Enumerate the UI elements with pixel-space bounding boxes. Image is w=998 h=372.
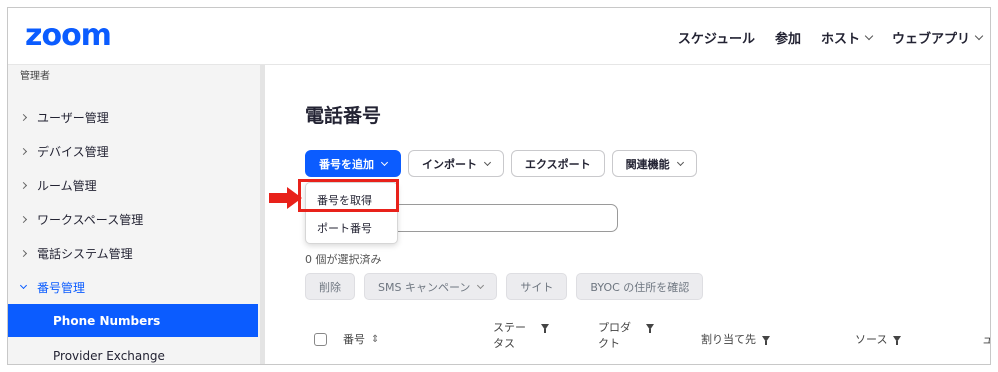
sidebar-subitem-label: Provider Exchange (53, 348, 165, 363)
import-label: インポート (422, 157, 477, 171)
sidebar-item-workspace-management[interactable]: ワークスペース管理 (8, 204, 258, 234)
chevron-down-icon (19, 281, 28, 290)
nav-webapp[interactable]: ウェブアプリ (891, 28, 984, 47)
nav-host-label: ホスト (820, 32, 860, 47)
chevron-down-icon (864, 31, 874, 41)
related-features-label: 関連機能 (625, 157, 670, 171)
site-button[interactable]: サイト (506, 273, 568, 300)
sidebar-item-user-management[interactable]: ユーザー管理 (8, 102, 258, 132)
app-window: zoom スケジュール 参加 ホスト ウェブアプリ 管理者 ユーザー管理 デバイ… (7, 7, 991, 365)
column-source-label: ソース (855, 333, 888, 346)
column-product[interactable]: プロダクト (598, 320, 660, 352)
column-assigned-to-label: 割り当て先 (701, 333, 756, 346)
page-title: 電話番号 (305, 105, 382, 127)
sidebar-subitem-provider-exchange[interactable]: Provider Exchange (8, 339, 258, 364)
sidebar-item-label: ユーザー管理 (37, 110, 109, 125)
nav-host[interactable]: ホスト (820, 28, 874, 47)
nav-schedule[interactable]: スケジュール (678, 28, 755, 47)
sidebar-subitem-label: Phone Numbers (53, 313, 161, 328)
sort-icon: ⇕ (371, 334, 380, 345)
column-number-label: 番号 (343, 333, 365, 346)
filter-icon (646, 324, 654, 333)
export-button[interactable]: エクスポート (511, 150, 605, 177)
chevron-right-icon (19, 215, 28, 223)
column-status-label: ステータス (493, 321, 526, 350)
dropdown-item-get-number[interactable]: 番号を取得 (306, 187, 397, 213)
filter-icon (762, 336, 770, 345)
sidebar-subitem-phone-numbers[interactable]: Phone Numbers (8, 304, 258, 337)
chevron-down-icon (974, 31, 984, 41)
column-number[interactable]: 番号 ⇕ (343, 332, 379, 348)
bulk-actions: 削除 SMS キャンペーン サイト BYOC の住所を確認 (305, 273, 704, 300)
chevron-down-icon (380, 158, 389, 166)
chevron-right-icon (19, 249, 28, 257)
nav-schedule-label: スケジュール (677, 32, 755, 47)
sidebar-item-label: デバイス管理 (37, 144, 109, 159)
sidebar-item-room-management[interactable]: ルーム管理 (8, 170, 258, 200)
column-source[interactable]: ソース (855, 332, 902, 348)
add-number-button[interactable]: 番号を追加 (305, 150, 401, 177)
sms-campaign-button[interactable]: SMS キャンペーン (364, 273, 498, 300)
chevron-down-icon (676, 158, 684, 166)
byoc-address-button[interactable]: BYOC の住所を確認 (576, 273, 704, 300)
top-nav: スケジュール 参加 ホスト ウェブアプリ (678, 28, 984, 47)
red-arrow-icon (269, 187, 302, 209)
filter-icon (893, 336, 902, 345)
nav-webapp-label: ウェブアプリ (891, 32, 970, 47)
sms-campaign-label: SMS キャンペーン (378, 280, 471, 294)
sidebar: 管理者 ユーザー管理 デバイス管理 ルーム管理 ワークスペース管理 電話システム… (8, 65, 265, 364)
filter-icon (541, 324, 549, 333)
top-bar: zoom スケジュール 参加 ホスト ウェブアプリ (8, 8, 990, 65)
delete-button[interactable]: 削除 (305, 273, 355, 300)
site-label: サイト (520, 280, 554, 294)
column-product-label: プロダクト (598, 321, 631, 350)
related-features-button[interactable]: 関連機能 (611, 150, 697, 177)
search-input[interactable] (390, 204, 618, 232)
sidebar-item-label: ワークスペース管理 (37, 212, 144, 227)
zoom-logo[interactable]: zoom (25, 21, 112, 51)
toolbar: 番号を追加 インポート エクスポート 関連機能 (305, 150, 697, 177)
add-number-label: 番号を追加 (319, 157, 374, 171)
sidebar-section-admin: 管理者 (20, 71, 50, 82)
column-assigned-to[interactable]: 割り当て先 (701, 332, 770, 348)
add-number-dropdown: 番号を取得 ポート番号 (305, 182, 398, 244)
chevron-right-icon (19, 181, 28, 189)
nav-join[interactable]: 参加 (775, 28, 801, 47)
delete-label: 削除 (319, 280, 341, 294)
chevron-down-icon (477, 281, 485, 289)
main-content: 電話番号 番号を追加 インポート エクスポート 関連機能 番号を取得 ポート番号… (265, 65, 990, 364)
column-status[interactable]: ステータス (493, 320, 555, 352)
sidebar-item-phone-system-management[interactable]: 電話システム管理 (8, 238, 258, 268)
export-label: エクスポート (525, 157, 591, 171)
sidebar-item-label: ルーム管理 (37, 178, 97, 193)
sidebar-item-number-management[interactable]: 番号管理 (8, 272, 258, 302)
sidebar-item-label: 番号管理 (37, 280, 86, 295)
byoc-address-label: BYOC の住所を確認 (590, 280, 690, 294)
chevron-down-icon (483, 158, 492, 166)
column-extra-label: ュ (982, 332, 990, 348)
dropdown-item-port-number[interactable]: ポート番号 (306, 215, 397, 241)
sidebar-item-device-management[interactable]: デバイス管理 (8, 136, 258, 166)
nav-join-label: 参加 (774, 32, 801, 47)
selected-count: 0 個が選択済み (305, 253, 382, 266)
import-button[interactable]: インポート (408, 150, 504, 177)
sidebar-item-label: 電話システム管理 (37, 246, 133, 261)
chevron-right-icon (19, 113, 28, 121)
table-header: 番号 ⇕ ステータス プロダクト 割り当て先 ソース ュ (265, 315, 990, 364)
column-extra[interactable]: ュ (982, 332, 990, 348)
chevron-right-icon (19, 147, 28, 155)
